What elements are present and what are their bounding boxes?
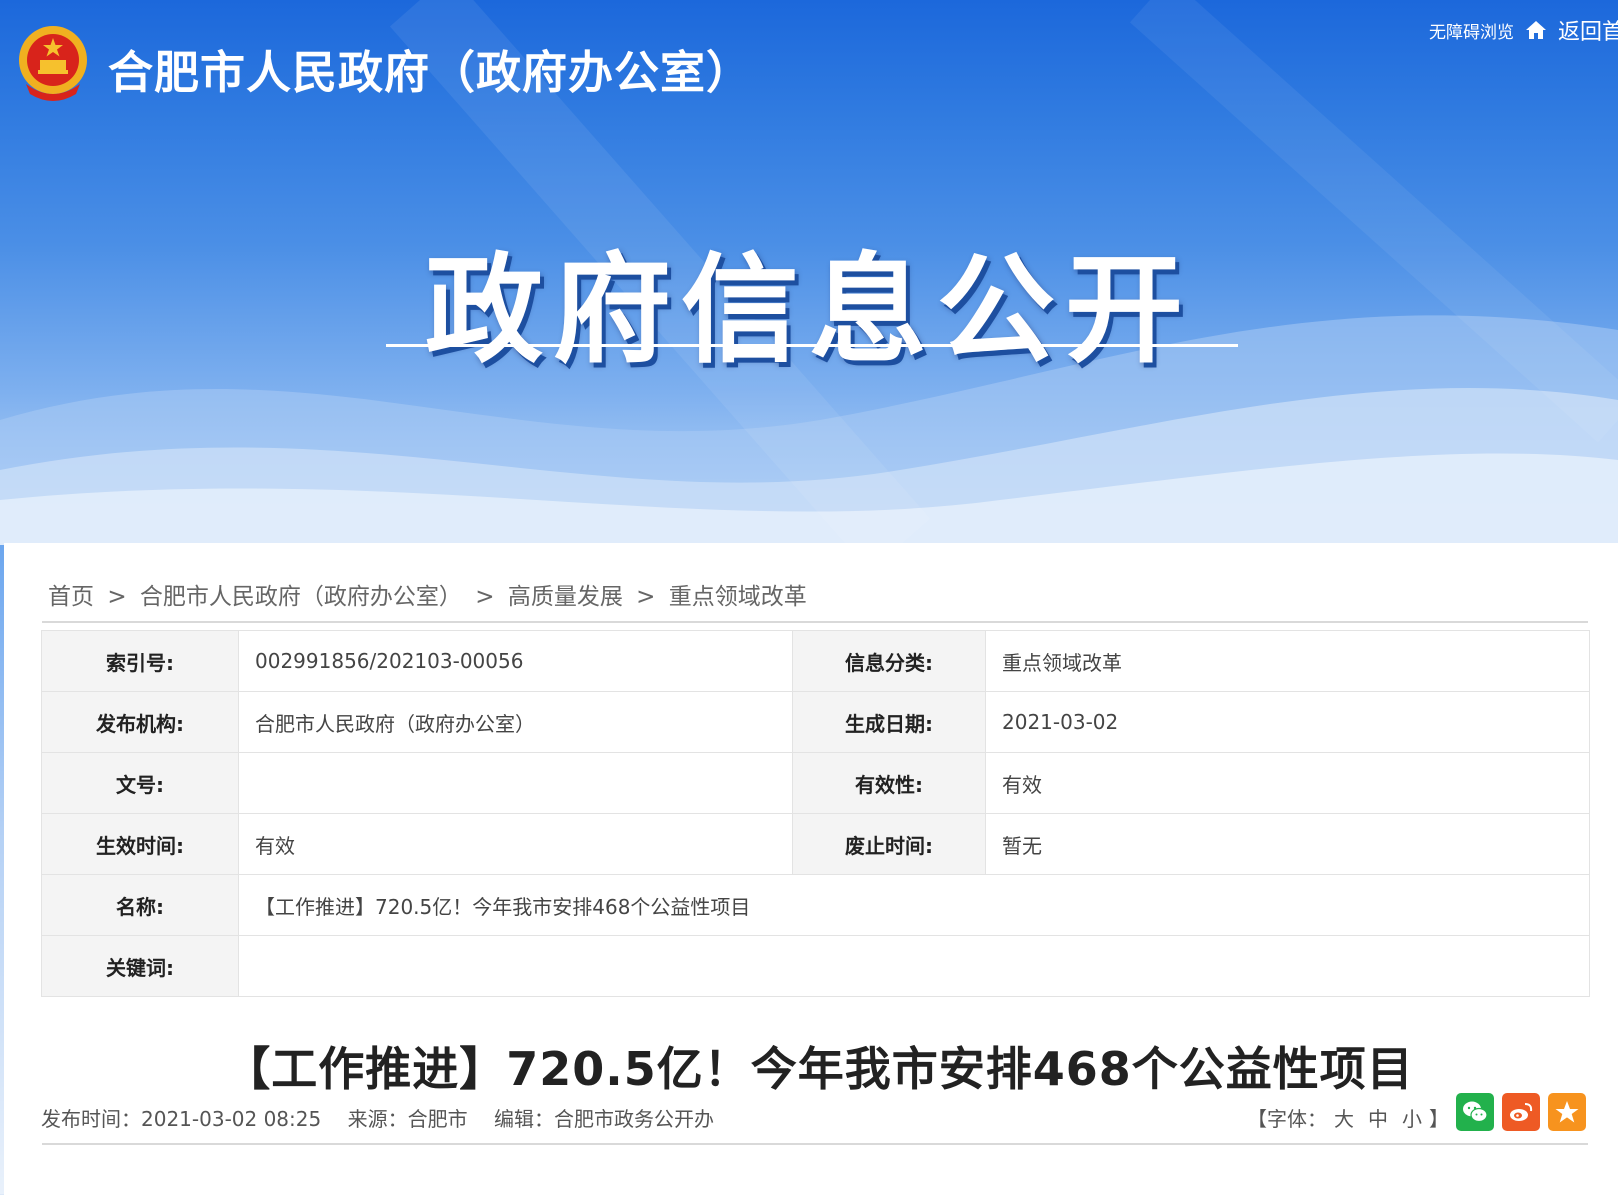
share-buttons bbox=[1456, 1093, 1586, 1131]
wechat-icon bbox=[1463, 1101, 1488, 1123]
breadcrumb-separator: > bbox=[636, 584, 656, 610]
font-large-button[interactable]: 大 bbox=[1334, 1107, 1354, 1131]
main-content: 首页 > 合肥市人民政府（政府办公室） > 高质量发展 > 重点领域改革 索引号… bbox=[4, 543, 1618, 1195]
keywords-label: 关键词: bbox=[41, 935, 239, 997]
font-size-prefix: 【字体： bbox=[1247, 1107, 1327, 1131]
publisher-label: 发布机构: bbox=[41, 691, 239, 753]
breadcrumb-item-government[interactable]: 合肥市人民政府（政府办公室） bbox=[140, 584, 462, 610]
keywords-value bbox=[238, 935, 1590, 997]
abolish-time-label: 废止时间: bbox=[792, 813, 986, 875]
home-icon[interactable] bbox=[1524, 19, 1548, 41]
category-label: 信息分类: bbox=[792, 630, 986, 692]
banner-title-underline bbox=[386, 344, 1238, 347]
accessibility-link[interactable]: 无障碍浏览 bbox=[1429, 18, 1514, 43]
name-label: 名称: bbox=[41, 874, 239, 936]
article-source: 来源：合肥市 bbox=[347, 1107, 468, 1131]
created-date-label: 生成日期: bbox=[792, 691, 986, 753]
font-size-suffix: 】 bbox=[1429, 1107, 1449, 1131]
index-no-value: 002991856/202103-00056 bbox=[238, 630, 793, 692]
table-row: 生效时间: 有效 废止时间: 暂无 bbox=[41, 813, 1590, 875]
effective-time-value: 有效 bbox=[238, 813, 793, 875]
table-row: 索引号: 002991856/202103-00056 信息分类: 重点领域改革 bbox=[41, 630, 1590, 692]
national-emblem-icon bbox=[19, 26, 87, 101]
effective-time-label: 生效时间: bbox=[41, 813, 239, 875]
article-info-divider bbox=[42, 1143, 1588, 1145]
top-links: 无障碍浏览 返回首 bbox=[1429, 14, 1618, 46]
banner-title: 政府信息公开 bbox=[424, 241, 1193, 379]
breadcrumb-item-reform[interactable]: 重点领域改革 bbox=[669, 584, 807, 610]
breadcrumb-item-home[interactable]: 首页 bbox=[48, 584, 94, 610]
wechat-share-button[interactable] bbox=[1456, 1093, 1494, 1131]
table-row: 文号: 有效性: 有效 bbox=[41, 752, 1590, 814]
table-row: 关键词: bbox=[41, 935, 1590, 997]
favorite-share-button[interactable] bbox=[1548, 1093, 1586, 1131]
publisher-value: 合肥市人民政府（政府办公室） bbox=[238, 691, 793, 753]
publish-time: 发布时间：2021-03-02 08:25 bbox=[41, 1107, 322, 1131]
article-info: 发布时间：2021-03-02 08:25 来源：合肥市 编辑：合肥市政务公开办 bbox=[41, 1103, 734, 1132]
favorite-icon bbox=[1555, 1101, 1579, 1123]
back-home-link[interactable]: 返回首 bbox=[1558, 14, 1618, 46]
doc-no-label: 文号: bbox=[41, 752, 239, 814]
font-size-switcher: 【字体： 大中小】 bbox=[1247, 1103, 1449, 1132]
breadcrumb-divider bbox=[42, 621, 1588, 623]
font-medium-button[interactable]: 中 bbox=[1368, 1107, 1388, 1131]
validity-label: 有效性: bbox=[792, 752, 986, 814]
site-name[interactable]: 合肥市人民政府（政府办公室） bbox=[108, 36, 752, 101]
weibo-share-button[interactable] bbox=[1502, 1093, 1540, 1131]
font-small-button[interactable]: 小 bbox=[1402, 1107, 1422, 1131]
breadcrumb-separator: > bbox=[475, 584, 495, 610]
doc-no-value bbox=[238, 752, 793, 814]
breadcrumb: 首页 > 合肥市人民政府（政府办公室） > 高质量发展 > 重点领域改革 bbox=[48, 577, 813, 611]
article-title: 【工作推进】720.5亿！今年我市安排468个公益性项目 bbox=[224, 1042, 1414, 1096]
name-value: 【工作推进】720.5亿！今年我市安排468个公益性项目 bbox=[238, 874, 1590, 936]
validity-value: 有效 bbox=[985, 752, 1590, 814]
created-date-value: 2021-03-02 bbox=[985, 691, 1590, 753]
article-editor: 编辑：合肥市政务公开办 bbox=[493, 1107, 714, 1131]
table-row: 发布机构: 合肥市人民政府（政府办公室） 生成日期: 2021-03-02 bbox=[41, 691, 1590, 753]
category-value: 重点领域改革 bbox=[985, 630, 1590, 692]
index-no-label: 索引号: bbox=[41, 630, 239, 692]
weibo-icon bbox=[1510, 1103, 1533, 1121]
abolish-time-value: 暂无 bbox=[985, 813, 1590, 875]
document-meta-table: 索引号: 002991856/202103-00056 信息分类: 重点领域改革… bbox=[41, 630, 1590, 997]
header-banner: 合肥市人民政府（政府办公室） 无障碍浏览 返回首 政府信息公开 bbox=[0, 0, 1618, 545]
breadcrumb-separator: > bbox=[107, 584, 127, 610]
table-row: 名称: 【工作推进】720.5亿！今年我市安排468个公益性项目 bbox=[41, 874, 1590, 936]
breadcrumb-item-development[interactable]: 高质量发展 bbox=[508, 584, 623, 610]
